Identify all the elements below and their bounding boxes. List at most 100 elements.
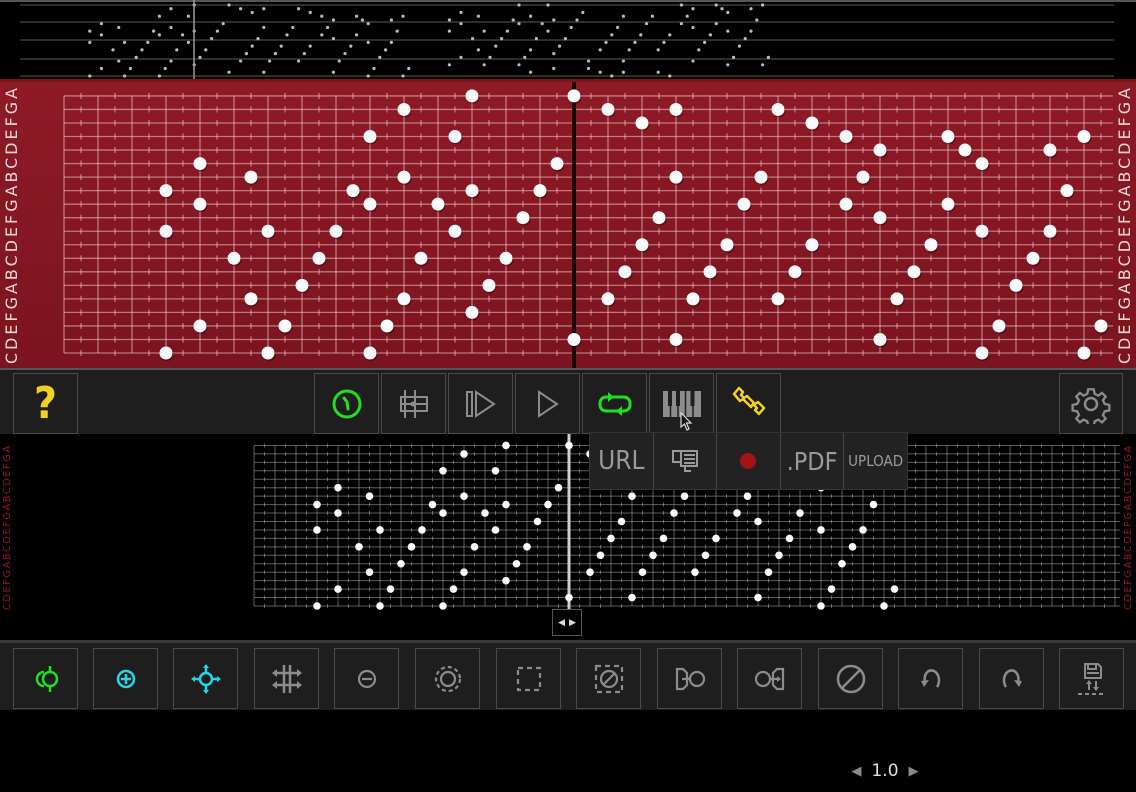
note-dot[interactable]	[397, 170, 411, 184]
note-dot[interactable]	[448, 130, 462, 144]
note-dot[interactable]	[460, 450, 468, 458]
note-dot[interactable]	[465, 89, 479, 103]
note-dot[interactable]	[439, 509, 447, 517]
note-dot[interactable]	[635, 238, 649, 252]
note-dot[interactable]	[550, 157, 564, 171]
note-dot[interactable]	[873, 211, 887, 225]
note-dot[interactable]	[278, 319, 292, 333]
note-dot[interactable]	[859, 526, 867, 534]
note-dot[interactable]	[363, 197, 377, 211]
speed-increase-icon[interactable]: ▶	[909, 764, 919, 779]
note-dot[interactable]	[439, 467, 447, 475]
note-dot[interactable]	[565, 441, 573, 450]
note-dot[interactable]	[817, 526, 825, 534]
stretch-button[interactable]	[254, 648, 319, 709]
record-button[interactable]	[717, 433, 781, 489]
note-dot[interactable]	[431, 197, 445, 211]
note-dot[interactable]	[788, 265, 802, 279]
insert-left-button[interactable]	[657, 648, 722, 709]
note-dot[interactable]	[601, 292, 615, 306]
note-dot[interactable]	[890, 292, 904, 306]
overview-staff[interactable]	[0, 0, 1136, 82]
note-dot[interactable]	[873, 143, 887, 157]
note-dot[interactable]	[533, 184, 547, 198]
note-dot[interactable]	[1043, 224, 1057, 238]
note-dot[interactable]	[686, 292, 700, 306]
url-button[interactable]: URL	[590, 433, 654, 489]
tools-button[interactable]	[716, 373, 781, 434]
note-dot[interactable]	[659, 534, 668, 543]
note-dot[interactable]	[743, 492, 752, 500]
note-dot[interactable]	[407, 543, 416, 551]
note-dot[interactable]	[346, 184, 360, 198]
loop-button[interactable]	[582, 373, 647, 434]
note-dot[interactable]	[567, 89, 581, 103]
mini-piano-roll[interactable]: CDEFGABCDEFGABCDEFGA CDEFGABCDEFGABCDEFG…	[0, 434, 1136, 640]
note-dot[interactable]	[481, 509, 489, 517]
note-dot[interactable]	[193, 157, 207, 171]
note-dot[interactable]	[669, 102, 683, 116]
note-dot[interactable]	[670, 509, 678, 517]
note-dot[interactable]	[754, 517, 762, 526]
note-dot[interactable]	[635, 116, 649, 130]
note-dot[interactable]	[924, 238, 938, 252]
note-dot[interactable]	[907, 265, 921, 279]
note-dot[interactable]	[785, 534, 794, 543]
note-dot[interactable]	[754, 170, 768, 184]
save-load-button[interactable]	[1059, 648, 1124, 709]
note-dot[interactable]	[703, 265, 717, 279]
note-dot[interactable]	[701, 551, 710, 560]
note-dot[interactable]	[618, 265, 632, 279]
note-dot[interactable]	[439, 602, 447, 610]
note-dot[interactable]	[491, 467, 500, 475]
note-dot[interactable]	[261, 346, 275, 360]
note-dot[interactable]	[418, 526, 426, 534]
note-dot[interactable]	[465, 305, 479, 319]
note-dot[interactable]	[817, 602, 825, 610]
note-dot[interactable]	[856, 170, 870, 184]
note-dot[interactable]	[502, 500, 510, 509]
select-toggle-button[interactable]	[13, 648, 78, 709]
note-dot[interactable]	[193, 197, 207, 211]
note-dot[interactable]	[386, 585, 395, 593]
note-dot[interactable]	[771, 292, 785, 306]
note-dot[interactable]	[586, 568, 594, 576]
note-dot[interactable]	[365, 492, 374, 500]
main-piano-roll[interactable]: CDEFGABCDEFGABCDEFGA CDEFGABCDEFGABCDEFG…	[0, 82, 1136, 368]
note-dot[interactable]	[397, 559, 405, 568]
select-circle-button[interactable]	[415, 648, 480, 709]
note-grid[interactable]	[0, 82, 1136, 368]
settings-button[interactable]	[1059, 373, 1123, 434]
move-button[interactable]	[173, 648, 238, 709]
insert-measure-button[interactable]	[381, 373, 446, 434]
note-dot[interactable]	[449, 585, 458, 593]
note-dot[interactable]	[838, 559, 846, 568]
note-dot[interactable]	[975, 346, 989, 360]
note-dot[interactable]	[941, 197, 955, 211]
note-dot[interactable]	[1077, 130, 1091, 144]
note-dot[interactable]	[733, 509, 741, 517]
note-dot[interactable]	[1077, 346, 1091, 360]
note-dot[interactable]	[312, 251, 326, 265]
playhead-handle[interactable]: ◀ ▶	[552, 609, 582, 636]
undo-button[interactable]	[898, 648, 963, 709]
note-dot[interactable]	[512, 559, 521, 568]
note-dot[interactable]	[737, 197, 751, 211]
note-dot[interactable]	[544, 500, 552, 509]
note-dot[interactable]	[502, 441, 510, 450]
song-overview[interactable]	[0, 0, 1136, 82]
remove-note-button[interactable]	[334, 648, 399, 709]
note-dot[interactable]	[334, 509, 342, 517]
upload-button[interactable]: UPLOAD	[844, 433, 907, 489]
note-dot[interactable]	[775, 551, 783, 560]
note-dot[interactable]	[617, 517, 626, 526]
note-dot[interactable]	[680, 492, 689, 500]
select-rect-button[interactable]	[496, 648, 561, 709]
note-dot[interactable]	[805, 238, 819, 252]
note-dot[interactable]	[313, 526, 321, 534]
note-dot[interactable]	[1094, 319, 1108, 333]
note-dot[interactable]	[975, 157, 989, 171]
note-dot[interactable]	[376, 602, 384, 610]
note-dot[interactable]	[839, 130, 853, 144]
tempo-button[interactable]	[314, 373, 379, 434]
